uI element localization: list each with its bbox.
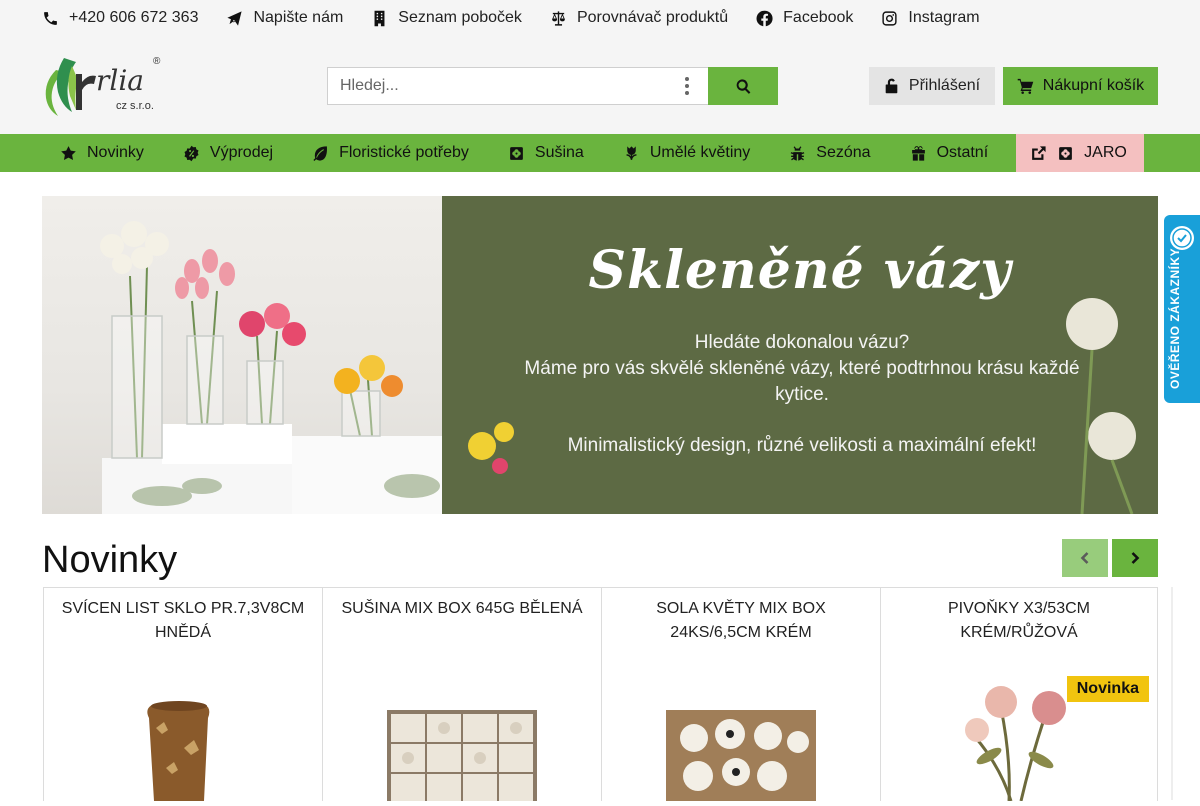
- phone-number: +420 606 672 363: [69, 9, 199, 26]
- product-image: [323, 668, 601, 801]
- gift-icon: [911, 145, 925, 161]
- phone-icon: [44, 11, 57, 25]
- logo-subtext: cz s.r.o.: [116, 100, 154, 112]
- banner-text-panel: Skleněné vázy Hledáte dokonalou vázu? Má…: [442, 196, 1158, 514]
- write-us-link[interactable]: Napište nám: [226, 9, 343, 27]
- branches-link[interactable]: Seznam poboček: [371, 9, 522, 27]
- login-label: Přihlášení: [908, 77, 981, 94]
- nav-label: Výprodej: [209, 144, 274, 161]
- nav-label: JARO: [1084, 144, 1127, 161]
- verified-badge[interactable]: OVĚŘENO ZÁKAZNÍKY: [1164, 215, 1200, 403]
- branches-label: Seznam poboček: [398, 9, 522, 26]
- tulip-icon: [626, 145, 637, 160]
- flower-icon: [510, 146, 523, 160]
- search-bar: [327, 67, 778, 105]
- cart-button[interactable]: Nákupní košík: [1003, 67, 1158, 105]
- product-card[interactable]: PIVOŇKY X3/53CM KRÉM/RŮŽOVÁ Novinka: [880, 588, 1158, 802]
- nav-item-ostatni[interactable]: Ostatní: [892, 134, 1010, 172]
- next-product-edge: [1158, 587, 1200, 800]
- nav-label: Novinky: [87, 144, 144, 161]
- cart-icon: [1017, 78, 1034, 94]
- badge-icon: [184, 145, 199, 161]
- banner-title: Skleněné vázy: [588, 240, 1012, 301]
- nav-item-jaro[interactable]: JARO: [1016, 134, 1144, 172]
- compare-link[interactable]: Porovnávač produktů: [550, 9, 728, 27]
- registered-mark: ®: [153, 56, 161, 67]
- paper-plane-icon: [227, 10, 243, 26]
- product-carousel: SVÍCEN LIST SKLO PR.7,3V8CM HNĚDÁ SUŠINA…: [43, 587, 1158, 802]
- main-nav: Novinky Výprodej Floristické potřeby Suš…: [0, 134, 1200, 172]
- search-input[interactable]: [327, 67, 708, 105]
- logo-graphic: rlia cz s.r.o. ®: [45, 56, 161, 116]
- product-card[interactable]: SVÍCEN LIST SKLO PR.7,3V8CM HNĚDÁ: [43, 588, 322, 801]
- flower-icon: [1059, 146, 1073, 160]
- verified-badge-text: OVĚŘENO ZÁKAZNÍKY: [1168, 247, 1182, 389]
- product-card[interactable]: SOLA KVĚTY MIX BOX 24KS/6,5CM KRÉM: [601, 588, 880, 801]
- scale-icon: [552, 10, 565, 26]
- logo[interactable]: rlia cz s.r.o. ®: [42, 52, 164, 122]
- building-icon: [374, 10, 385, 26]
- product-name: PIVOŇKY X3/53CM KRÉM/RŮŽOVÁ: [948, 600, 1090, 641]
- leaf-icon: [313, 145, 328, 161]
- compare-label: Porovnávač produktů: [576, 9, 729, 26]
- header: +420 606 672 363 Napište nám Seznam pobo…: [0, 0, 1200, 134]
- carousel-prev-button[interactable]: [1062, 539, 1108, 577]
- instagram-icon: [882, 10, 897, 26]
- section-title: Novinky: [42, 539, 178, 581]
- hero-banner[interactable]: Skleněné vázy Hledáte dokonalou vázu? Má…: [42, 196, 1158, 514]
- nav-item-susina[interactable]: Sušina: [490, 134, 605, 172]
- product-name: SUŠINA MIX BOX 645G BĚLENÁ: [341, 600, 583, 617]
- nav-label: Floristické potřeby: [339, 144, 469, 161]
- bug-icon: [790, 145, 805, 161]
- chevron-right-icon: [1131, 552, 1140, 564]
- nav-item-novinky[interactable]: Novinky: [42, 134, 165, 172]
- facebook-label: Facebook: [783, 9, 854, 26]
- banner-line-2: Máme pro vás skvělé skleněné vázy, které…: [524, 358, 1080, 379]
- more-options-icon[interactable]: [683, 77, 691, 95]
- instagram-link[interactable]: Instagram: [881, 9, 980, 27]
- nav-label: Sezóna: [816, 144, 871, 161]
- nav-item-sezona[interactable]: Sezóna: [771, 134, 891, 172]
- banner-line-3: kytice.: [775, 384, 829, 405]
- nav-label: Umělé květiny: [649, 144, 751, 161]
- star-icon: [61, 145, 76, 160]
- logo-text: rlia: [96, 64, 144, 97]
- nav-item-umele-kvetiny[interactable]: Umělé květiny: [605, 134, 771, 172]
- search-button[interactable]: [708, 67, 778, 105]
- top-links: +420 606 672 363 Napište nám Seznam pobo…: [42, 0, 980, 36]
- new-badge: Novinka: [1066, 676, 1149, 702]
- phone-link[interactable]: +420 606 672 363: [42, 9, 198, 27]
- login-button[interactable]: Přihlášení: [869, 67, 995, 105]
- product-name: SVÍCEN LIST SKLO PR.7,3V8CM HNĚDÁ: [61, 600, 305, 641]
- facebook-link[interactable]: Facebook: [756, 9, 853, 27]
- carousel-next-button[interactable]: [1112, 539, 1158, 577]
- write-us-label: Napište nám: [253, 9, 344, 26]
- facebook-icon: [756, 10, 773, 26]
- cart-label: Nákupní košík: [1042, 77, 1145, 94]
- nav-label: Ostatní: [936, 144, 989, 161]
- search-icon: [736, 78, 750, 94]
- banner-line-1: Hledáte dokonalou vázu?: [694, 332, 910, 353]
- banner-photo-vases: [42, 196, 442, 514]
- product-image: [602, 668, 880, 801]
- product-image: [44, 668, 322, 801]
- product-card[interactable]: SUŠINA MIX BOX 645G BĚLENÁ: [322, 588, 601, 801]
- product-name: SOLA KVĚTY MIX BOX 24KS/6,5CM KRÉM: [656, 600, 826, 641]
- unlock-icon: [885, 78, 898, 94]
- nav-label: Sušina: [534, 144, 584, 161]
- instagram-label: Instagram: [908, 9, 980, 26]
- external-link-icon: [1032, 145, 1046, 160]
- chevron-left-icon: [1080, 552, 1089, 564]
- banner-line-4: Minimalistický design, různé velikosti a…: [567, 435, 1037, 456]
- nav-item-floristicke-potreby[interactable]: Floristické potřeby: [294, 134, 490, 172]
- nav-item-vyprodej[interactable]: Výprodej: [165, 134, 294, 172]
